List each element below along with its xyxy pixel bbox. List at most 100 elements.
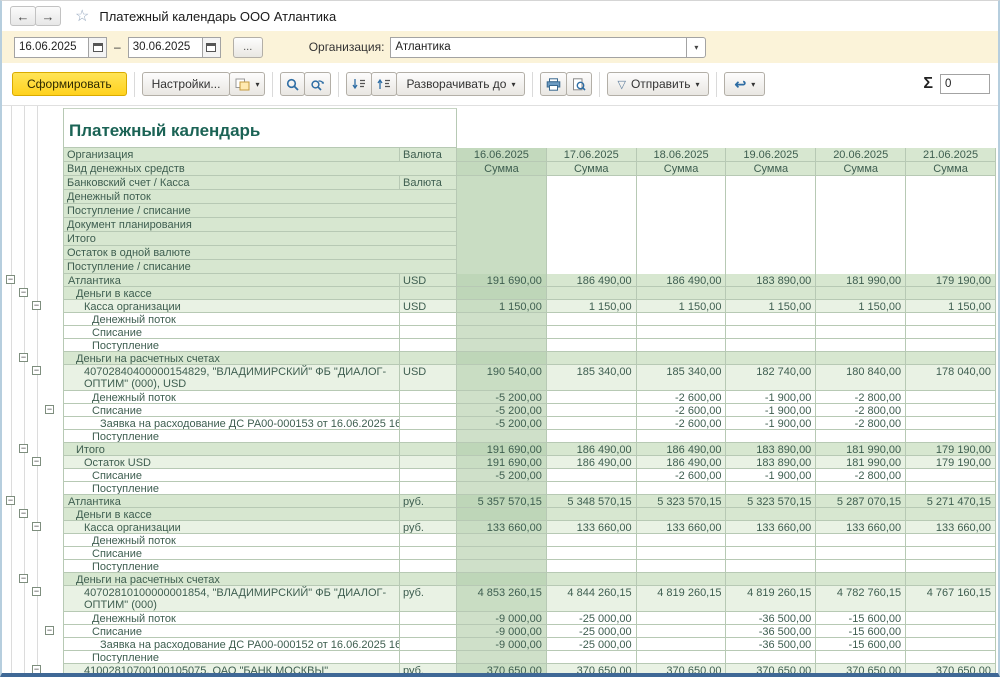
- amount-cell[interactable]: [906, 625, 996, 638]
- amount-cell[interactable]: -5 200,00: [457, 391, 547, 404]
- row-label[interactable]: Денежный поток: [64, 612, 400, 625]
- amount-cell[interactable]: -2 600,00: [637, 391, 727, 404]
- row-label[interactable]: Остаток USD: [64, 456, 400, 469]
- row-label[interactable]: Списание: [64, 326, 400, 339]
- report-variants-button[interactable]: ▾: [229, 72, 265, 96]
- amount-cell[interactable]: [637, 625, 727, 638]
- collapse-toggle-icon[interactable]: −: [19, 509, 28, 518]
- collapse-toggle-icon[interactable]: −: [32, 665, 41, 673]
- amount-cell[interactable]: [816, 651, 906, 664]
- amount-cell[interactable]: [457, 560, 547, 573]
- amount-cell[interactable]: 5 271 470,15: [906, 495, 996, 508]
- amount-cell[interactable]: [637, 326, 727, 339]
- amount-cell[interactable]: 4 844 260,15: [547, 586, 637, 612]
- table-row[interactable]: −41002810700100105075, ОАО "БАНК МОСКВЫ"…: [2, 664, 996, 673]
- amount-cell[interactable]: 182 740,00: [726, 365, 816, 391]
- amount-cell[interactable]: [547, 651, 637, 664]
- collapse-toggle-icon[interactable]: −: [19, 444, 28, 453]
- amount-cell[interactable]: [726, 508, 816, 521]
- amount-cell[interactable]: 4 767 160,15: [906, 586, 996, 612]
- amount-cell[interactable]: -9 000,00: [457, 625, 547, 638]
- amount-cell[interactable]: -5 200,00: [457, 417, 547, 430]
- amount-cell[interactable]: -36 500,00: [726, 638, 816, 651]
- amount-cell[interactable]: [816, 352, 906, 365]
- amount-cell[interactable]: [457, 508, 547, 521]
- table-row[interactable]: Денежный поток-5 200,00-2 600,00-1 900,0…: [2, 391, 996, 404]
- amount-cell[interactable]: -2 800,00: [816, 417, 906, 430]
- amount-cell[interactable]: 1 150,00: [547, 300, 637, 313]
- table-row[interactable]: Списание-5 200,00-2 600,00-1 900,00-2 80…: [2, 469, 996, 482]
- row-label[interactable]: Касса организации: [64, 521, 400, 534]
- amount-cell[interactable]: -2 800,00: [816, 404, 906, 417]
- amount-cell[interactable]: 5 323 570,15: [637, 495, 727, 508]
- collapse-toggle-icon[interactable]: −: [32, 522, 41, 531]
- amount-cell[interactable]: [906, 404, 996, 417]
- amount-cell[interactable]: 191 690,00: [457, 443, 547, 456]
- amount-cell[interactable]: 370 650,00: [637, 664, 727, 673]
- amount-cell[interactable]: 4 819 260,15: [637, 586, 727, 612]
- amount-cell[interactable]: [637, 638, 727, 651]
- organization-dropdown-button[interactable]: ▾: [686, 37, 706, 58]
- amount-cell[interactable]: 133 660,00: [547, 521, 637, 534]
- collapse-toggle-icon[interactable]: −: [19, 574, 28, 583]
- row-label[interactable]: Касса организации: [64, 300, 400, 313]
- amount-cell[interactable]: 179 190,00: [906, 274, 996, 287]
- settings-button[interactable]: Настройки...: [142, 72, 231, 96]
- table-row[interactable]: Списание: [2, 547, 996, 560]
- amount-cell[interactable]: [547, 547, 637, 560]
- table-row[interactable]: −Касса организациируб.133 660,00133 660,…: [2, 521, 996, 534]
- row-currency[interactable]: [400, 651, 457, 664]
- row-label[interactable]: Списание: [64, 547, 400, 560]
- amount-cell[interactable]: -15 600,00: [816, 638, 906, 651]
- expand-levels-button[interactable]: [346, 72, 372, 96]
- row-currency[interactable]: [400, 456, 457, 469]
- period-more-button[interactable]: ...: [233, 37, 263, 58]
- amount-cell[interactable]: [906, 612, 996, 625]
- amount-cell[interactable]: [547, 352, 637, 365]
- amount-cell[interactable]: 186 490,00: [637, 274, 727, 287]
- table-row[interactable]: −Деньги на расчетных счетах: [2, 352, 996, 365]
- amount-cell[interactable]: 191 690,00: [457, 274, 547, 287]
- row-currency[interactable]: USD: [400, 365, 457, 391]
- collapse-toggle-icon[interactable]: −: [6, 275, 15, 284]
- amount-cell[interactable]: 1 150,00: [637, 300, 727, 313]
- amount-cell[interactable]: [547, 430, 637, 443]
- table-row[interactable]: Поступление: [2, 430, 996, 443]
- amount-cell[interactable]: -9 000,00: [457, 612, 547, 625]
- amount-cell[interactable]: 186 490,00: [547, 274, 637, 287]
- row-label[interactable]: Денежный поток: [64, 534, 400, 547]
- row-label[interactable]: Атлантика: [64, 495, 400, 508]
- amount-cell[interactable]: [726, 560, 816, 573]
- amount-cell[interactable]: 370 650,00: [457, 664, 547, 673]
- history-button[interactable]: ↩ ▾: [724, 72, 765, 96]
- amount-cell[interactable]: [906, 339, 996, 352]
- amount-cell[interactable]: [457, 573, 547, 586]
- amount-cell[interactable]: 181 990,00: [816, 274, 906, 287]
- amount-cell[interactable]: [726, 326, 816, 339]
- row-label[interactable]: Поступление: [64, 339, 400, 352]
- amount-cell[interactable]: [726, 534, 816, 547]
- amount-cell[interactable]: [457, 339, 547, 352]
- row-currency[interactable]: [400, 326, 457, 339]
- amount-cell[interactable]: [906, 651, 996, 664]
- table-row[interactable]: Поступление: [2, 651, 996, 664]
- table-row[interactable]: −АтлантикаUSD191 690,00186 490,00186 490…: [2, 274, 996, 287]
- amount-cell[interactable]: 180 840,00: [816, 365, 906, 391]
- amount-cell[interactable]: 1 150,00: [906, 300, 996, 313]
- amount-cell[interactable]: [637, 573, 727, 586]
- amount-cell[interactable]: -2 800,00: [816, 391, 906, 404]
- amount-cell[interactable]: 190 540,00: [457, 365, 547, 391]
- row-currency[interactable]: [400, 638, 457, 651]
- print-button[interactable]: [540, 72, 567, 96]
- table-row[interactable]: Заявка на расходование ДС РА00-000152 от…: [2, 638, 996, 651]
- amount-cell[interactable]: [906, 560, 996, 573]
- row-label[interactable]: Деньги в кассе: [64, 508, 400, 521]
- amount-cell[interactable]: 133 660,00: [906, 521, 996, 534]
- amount-cell[interactable]: 183 890,00: [726, 443, 816, 456]
- row-label[interactable]: Списание: [64, 404, 400, 417]
- amount-cell[interactable]: 370 650,00: [547, 664, 637, 673]
- amount-cell[interactable]: [547, 560, 637, 573]
- amount-cell[interactable]: [816, 573, 906, 586]
- amount-cell[interactable]: -5 200,00: [457, 404, 547, 417]
- row-label[interactable]: Денежный поток: [64, 313, 400, 326]
